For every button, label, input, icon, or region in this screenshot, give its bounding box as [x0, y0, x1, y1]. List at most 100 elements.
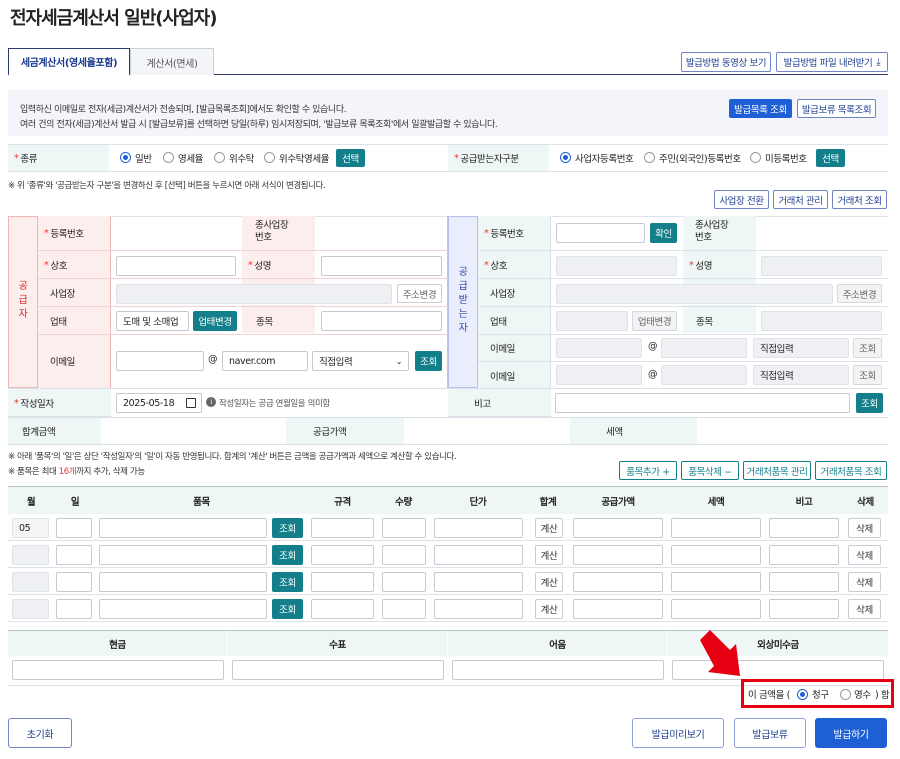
sup-regno-text: 등록번호: [50, 229, 84, 240]
item-input-cell[interactable]: [769, 518, 839, 538]
item-input-cell[interactable]: [671, 599, 761, 619]
item-lookup-button[interactable]: 조회: [272, 599, 303, 619]
sup-biztype-input[interactable]: 도매 및 소매업: [116, 311, 189, 331]
item-input-cell[interactable]: [56, 518, 92, 538]
hold-list-button[interactable]: 발급보류 목록조회: [797, 99, 876, 118]
rcv-email1-search-button[interactable]: 조회: [853, 338, 882, 358]
item-input-cell[interactable]: [99, 572, 267, 592]
item-input-cell[interactable]: [311, 599, 374, 619]
item-lookup-button[interactable]: 조회: [272, 572, 303, 592]
item-input-cell[interactable]: [382, 599, 426, 619]
claim-radio-receipt[interactable]: [840, 689, 851, 700]
item-calc-button[interactable]: 계산: [535, 545, 563, 565]
reset-button[interactable]: 초기화: [8, 718, 72, 748]
item-delete-button[interactable]: 삭제: [848, 599, 881, 619]
type-radio-zero[interactable]: [163, 152, 174, 163]
download-guide-button[interactable]: 발급방법 파일 내려받기 ⤓: [776, 52, 888, 72]
client-manage-button[interactable]: 거래처 관리: [773, 190, 828, 209]
item-input-cell[interactable]: [382, 518, 426, 538]
item-input-cell[interactable]: [311, 545, 374, 565]
sup-email-id-input[interactable]: [116, 351, 204, 371]
issue-list-button[interactable]: 발급목록 조회: [729, 99, 792, 118]
item-input-cell[interactable]: [56, 545, 92, 565]
recv-radio-bizno[interactable]: [560, 152, 571, 163]
remark-input[interactable]: [555, 393, 850, 413]
type-radio-consign-zero[interactable]: [264, 152, 275, 163]
issue-button[interactable]: 발급하기: [815, 718, 887, 748]
item-input-cell[interactable]: [573, 545, 663, 565]
item-input-cell[interactable]: [99, 518, 267, 538]
type-select-button[interactable]: 선택: [336, 149, 365, 167]
tab-invoice-taxfree[interactable]: 계산서(면세): [130, 48, 214, 75]
item-input-cell[interactable]: [671, 545, 761, 565]
item-input-cell[interactable]: [769, 599, 839, 619]
item-input-cell[interactable]: [382, 572, 426, 592]
item-input-cell[interactable]: [434, 572, 523, 592]
issue-hold-button[interactable]: 발급보류: [734, 718, 806, 748]
type-radio-consign[interactable]: [214, 152, 225, 163]
item-lookup-button[interactable]: 조회: [272, 545, 303, 565]
add-item-button[interactable]: 품목추가 +: [619, 461, 677, 480]
item-input-cell[interactable]: [311, 518, 374, 538]
rcv-email2-at: @: [648, 369, 658, 380]
item-input-cell[interactable]: [56, 572, 92, 592]
rcv-regno-confirm-button[interactable]: 확인: [650, 223, 677, 243]
item-input-cell[interactable]: [769, 572, 839, 592]
client-item-manage-button[interactable]: 거래처품목 관리: [743, 461, 811, 480]
pay-check-input[interactable]: [232, 660, 444, 680]
item-input-cell[interactable]: [434, 599, 523, 619]
item-calc-button[interactable]: 계산: [535, 572, 563, 592]
rcv-email2-search-button[interactable]: 조회: [853, 365, 882, 385]
rcv-address-input: [556, 284, 833, 304]
sup-biztype-change-button[interactable]: 업태변경: [193, 311, 237, 331]
type-radio-general[interactable]: [120, 152, 131, 163]
item-delete-button[interactable]: 삭제: [848, 572, 881, 592]
issue-preview-button[interactable]: 발급미리보기: [632, 718, 724, 748]
biz-switch-button[interactable]: 사업장 전환: [714, 190, 769, 209]
delete-item-button[interactable]: 품목삭제 −: [681, 461, 739, 480]
pay-cash-input[interactable]: [12, 660, 224, 680]
item-input-cell[interactable]: [99, 545, 267, 565]
recv-radio-resident[interactable]: [644, 152, 655, 163]
sup-bizitem-input[interactable]: [321, 311, 442, 331]
date-input[interactable]: 2025-05-18: [116, 393, 202, 413]
item-input-cell[interactable]: [434, 518, 523, 538]
item-input-cell[interactable]: [56, 599, 92, 619]
item-input-cell[interactable]: [671, 518, 761, 538]
col-price: 단가: [429, 487, 527, 514]
item-input-cell[interactable]: [573, 599, 663, 619]
client-search-button[interactable]: 거래처 조회: [832, 190, 887, 209]
sup-name-input[interactable]: [116, 256, 236, 276]
item-input-cell[interactable]: [99, 599, 267, 619]
claim-radio-charge[interactable]: [797, 689, 808, 700]
item-delete-button[interactable]: 삭제: [848, 545, 881, 565]
sup-email-domain-input[interactable]: naver.com: [222, 351, 308, 371]
receiver-label-col: [478, 216, 551, 388]
tab-tax-invoice[interactable]: 세금계산서(영세율포함): [8, 48, 130, 76]
sup-email-search-button[interactable]: 조회: [415, 351, 442, 371]
rcv-biztype-change-button[interactable]: 업태변경: [632, 311, 677, 331]
client-item-search-button[interactable]: 거래처품목 조회: [815, 461, 887, 480]
item-input-cell[interactable]: [434, 545, 523, 565]
recv-radio-unregistered[interactable]: [750, 152, 761, 163]
rcv-address-change-button[interactable]: 주소변경: [837, 284, 882, 303]
item-calc-button[interactable]: 계산: [535, 518, 563, 538]
rcv-email1-label: 이메일: [490, 344, 516, 355]
item-calc-button[interactable]: 계산: [535, 599, 563, 619]
item-input-cell[interactable]: [769, 545, 839, 565]
item-input-cell[interactable]: [382, 545, 426, 565]
item-input-cell[interactable]: [311, 572, 374, 592]
sup-email-select[interactable]: 직접입력 ⌄: [312, 351, 409, 371]
sup-ceo-input[interactable]: [321, 256, 442, 276]
item-delete-button[interactable]: 삭제: [848, 518, 881, 538]
sup-address-change-button[interactable]: 주소변경: [397, 284, 442, 303]
item-input-cell[interactable]: [573, 572, 663, 592]
remark-search-button[interactable]: 조회: [856, 393, 883, 413]
rcv-regno-input[interactable]: [556, 223, 645, 243]
item-lookup-button[interactable]: 조회: [272, 518, 303, 538]
item-input-cell[interactable]: [671, 572, 761, 592]
pay-note-input[interactable]: [452, 660, 664, 680]
recv-select-button[interactable]: 선택: [816, 149, 845, 167]
video-guide-button[interactable]: 발급방법 동영상 보기: [681, 52, 771, 72]
item-input-cell[interactable]: [573, 518, 663, 538]
